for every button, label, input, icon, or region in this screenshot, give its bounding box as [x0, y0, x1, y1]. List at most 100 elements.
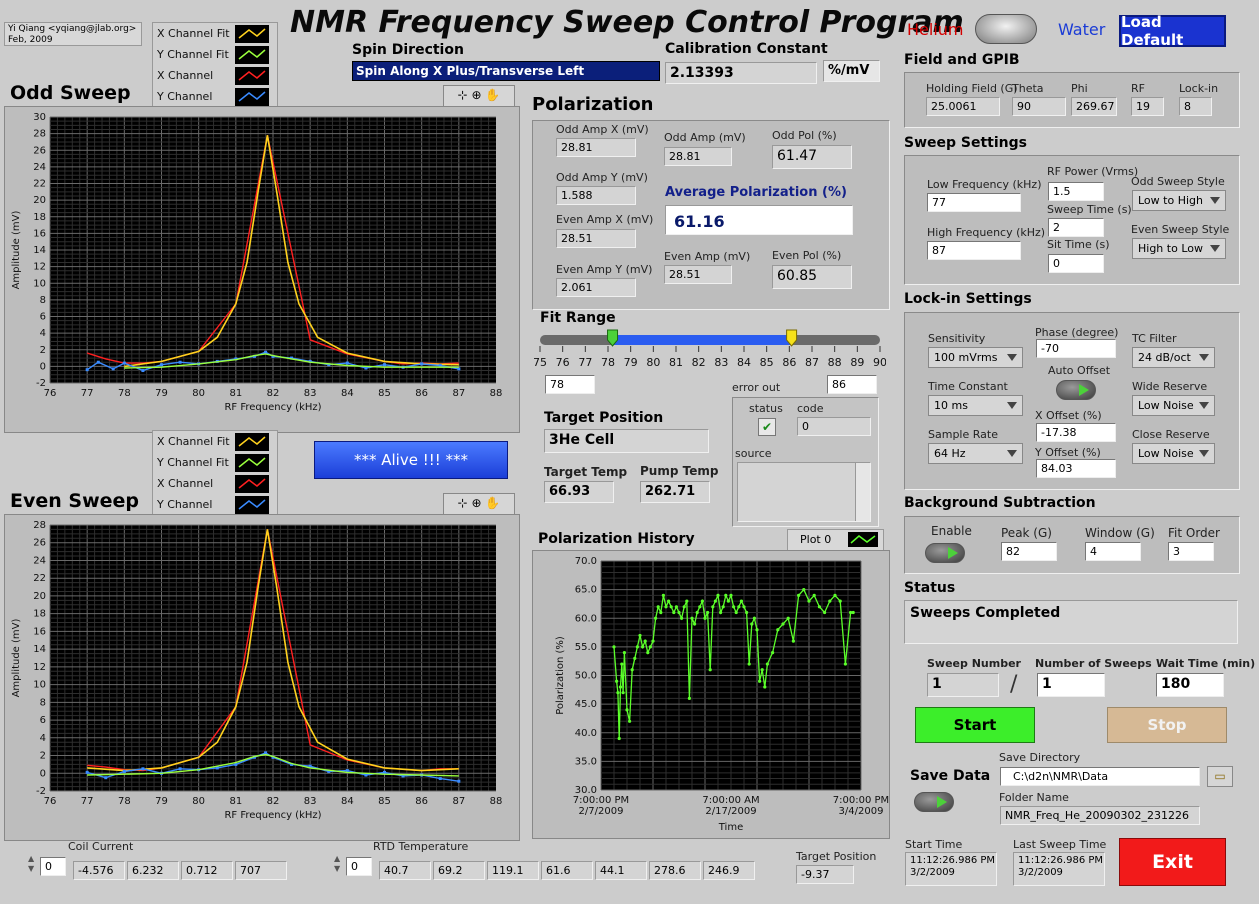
odd-style-select[interactable]: Low to High [1132, 190, 1226, 211]
y-tick-label: 12 [33, 662, 46, 673]
wide-reserve-select[interactable]: Low Noise [1132, 395, 1215, 416]
data-point [141, 369, 145, 373]
fit-range-low-input[interactable]: 78 [545, 375, 595, 394]
sample-rate-select[interactable]: 64 Hz [928, 443, 1023, 464]
load-default-button[interactable]: Load Default [1119, 13, 1226, 49]
fit-range-label: Fit Range [540, 310, 616, 326]
save-dir-input[interactable]: C:\d2n\NMR\Data [1000, 767, 1200, 786]
fit-range-slider[interactable]: 75 76 77 78 79 80 81 82 83 84 85 86 87 88 89 90 [534, 328, 886, 376]
history-point [812, 593, 816, 597]
time-constant-select[interactable]: 10 ms [928, 395, 1023, 416]
spin-direction-select[interactable]: Spin Along X Plus/Transverse Left [352, 61, 660, 81]
last-sweep-date: 3/2/2009 [1018, 867, 1063, 878]
y-tick-label: 30 [33, 112, 46, 123]
slider-tick-label: 87 [805, 356, 819, 369]
rtd-index-input[interactable]: 0 [346, 857, 372, 876]
y-offset-input[interactable]: 84.03 [1036, 459, 1116, 478]
helium-water-switch[interactable] [975, 14, 1037, 44]
number-of-sweeps-input[interactable]: 1 [1037, 673, 1105, 697]
history-point [690, 616, 694, 620]
window-input[interactable]: 4 [1085, 542, 1141, 561]
wait-time-input[interactable]: 180 [1156, 673, 1224, 697]
time-constant-label: Time Constant [928, 380, 1008, 393]
y-axis-label: Polarization (%) [555, 636, 566, 715]
fit-order-input[interactable]: 3 [1168, 542, 1214, 561]
lockin-title: Lock-in Settings [904, 291, 1032, 307]
x-offset-input[interactable]: -17.38 [1036, 423, 1116, 442]
folder-browse-icon[interactable]: ▭ [1207, 766, 1233, 787]
exit-button[interactable]: Exit [1119, 838, 1226, 886]
error-source-value [737, 462, 871, 522]
history-point [833, 593, 837, 597]
high-freq-label: High Frequency (kHz) [927, 226, 1046, 239]
odd-amp-label: Odd Amp (mV) [664, 131, 746, 144]
odd-pol-value: 61.47 [772, 145, 852, 169]
auto-offset-button[interactable] [1056, 380, 1096, 400]
save-data-label: Save Data [910, 768, 991, 784]
phi-label: Phi [1071, 82, 1088, 95]
start-time-label: Start Time [905, 838, 963, 851]
odd-sweep-graph: 76 77 78 79 80 81 82 83 84 85 86 87 88 30 28 26 24 22 20 18… [4, 106, 520, 433]
legend-x-ch-label: X Channel [157, 69, 214, 82]
phase-input[interactable]: -70 [1036, 339, 1116, 358]
lockin-addr-label: Lock-in [1179, 82, 1219, 95]
start-button[interactable]: Start [915, 707, 1035, 743]
data-point [141, 767, 145, 771]
history-point [737, 605, 741, 609]
x-tick-label: 7:00:00 PM [833, 795, 889, 806]
holding-field-label: Holding Field (G) [926, 82, 1018, 95]
y-tick-label: 35.0 [575, 756, 597, 767]
rtd-index-stepper[interactable]: ▲ ▼ [334, 854, 344, 876]
history-point [612, 645, 616, 649]
odd-legend-swatches [235, 25, 269, 106]
sensitivity-select[interactable]: 100 mVrms [928, 347, 1023, 368]
close-reserve-select[interactable]: Low Noise [1132, 443, 1215, 464]
calibration-value: 2.13393 [665, 62, 817, 84]
led-arrow-icon [948, 547, 958, 559]
sweep-time-label: Sweep Time (s) [1047, 203, 1132, 216]
fit-order-label: Fit Order [1168, 526, 1220, 540]
tc-filter-select[interactable]: 24 dB/oct [1132, 347, 1215, 368]
chevron-down-icon [1199, 354, 1209, 361]
save-data-button[interactable] [914, 792, 954, 812]
slider-fill [612, 335, 792, 345]
y-tick-label: 20 [33, 591, 46, 602]
y-tick-label: 28 [33, 520, 46, 531]
peak-input[interactable]: 82 [1001, 542, 1057, 561]
odd-graph-palette[interactable]: ⊹ ⊕ ✋ [443, 85, 515, 107]
rf-power-input[interactable]: 1.5 [1048, 182, 1104, 201]
rtd-value-6: 246.9 [703, 861, 755, 880]
even-graph-palette[interactable]: ⊹ ⊕ ✋ [443, 493, 515, 515]
history-point [617, 736, 621, 741]
coil-value-0: -4.576 [73, 861, 125, 880]
chevron-down-icon [1210, 245, 1220, 252]
y-tick-label: 2 [40, 345, 46, 356]
sit-time-input[interactable]: 0 [1048, 254, 1104, 273]
fit-range-high-input[interactable]: 86 [827, 375, 877, 394]
bg-enable-button[interactable] [925, 543, 965, 563]
rtd-value-1: 69.2 [433, 861, 485, 880]
y-tick-label: 55.0 [575, 642, 597, 653]
low-freq-input[interactable]: 77 [927, 193, 1021, 212]
high-freq-input[interactable]: 87 [927, 241, 1021, 260]
coil-index-stepper[interactable]: ▲ ▼ [28, 854, 38, 876]
helium-label: Helium [907, 20, 964, 39]
slider-tick-label: 78 [601, 356, 615, 369]
y-offset-label: Y Offset (%) [1035, 446, 1101, 459]
y-axis-label: Amplitude (mV) [11, 618, 22, 697]
slider-tick-label: 89 [850, 356, 864, 369]
chevron-down-icon [1007, 354, 1017, 361]
legend-y-fit-label: Y Channel Fit [157, 48, 229, 61]
sweep-time-input[interactable]: 2 [1048, 218, 1104, 237]
x-tick-label: 79 [155, 796, 168, 807]
odd-sweep-title: Odd Sweep [10, 82, 131, 104]
stop-button[interactable]: Stop [1107, 707, 1227, 743]
spin-direction-label: Spin Direction [352, 42, 464, 58]
y-tick-label: 12 [33, 262, 46, 273]
history-point [763, 685, 767, 689]
error-source-scrollbar[interactable] [855, 463, 870, 521]
even-style-select[interactable]: High to Low [1132, 238, 1226, 259]
coil-index-input[interactable]: 0 [40, 857, 66, 876]
history-point [685, 599, 689, 603]
history-point [851, 610, 855, 615]
